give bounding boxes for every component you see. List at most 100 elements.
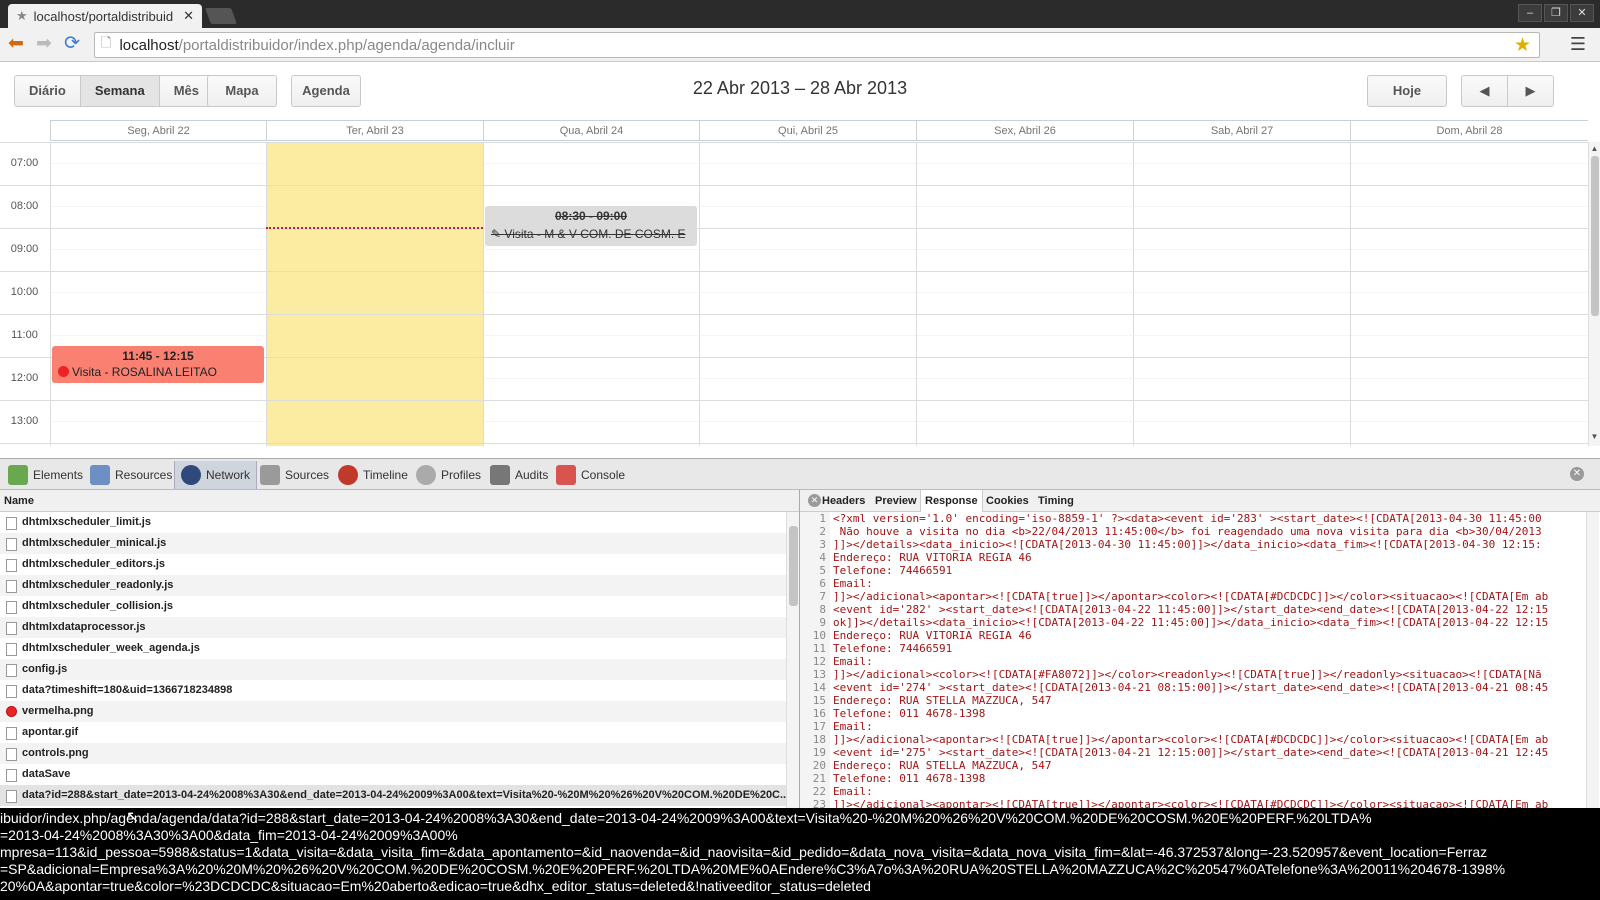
list-item[interactable]: config.js (0, 659, 786, 680)
profiles-icon (416, 465, 436, 485)
line-number: 13 (800, 668, 830, 681)
scrollbar-thumb[interactable] (789, 526, 798, 606)
line-text: Email: (833, 785, 873, 798)
today-button[interactable]: Hoje (1367, 75, 1447, 107)
browser-menu-icon[interactable]: ☰ (1570, 34, 1586, 55)
tab-resources[interactable]: Resources (84, 461, 178, 489)
restore-icon[interactable]: ❐ (1544, 4, 1568, 22)
mouse-cursor-icon: ↖ (126, 809, 140, 826)
devtools-toolbar: Elements Resources Network Sources Timel… (0, 458, 1600, 490)
line-number: 22 (800, 785, 830, 798)
browser-tab-strip: ★ localhost/portaldistribuid ✕ – ❐ ✕ (0, 0, 1600, 28)
view-week-button[interactable]: Semana (80, 76, 160, 106)
line-number: 15 (800, 694, 830, 707)
line-text: ok]]></details><data_inicio><![CDATA[201… (833, 616, 1549, 629)
line-number: 11 (800, 642, 830, 655)
list-item[interactable]: vermelha.png (0, 701, 786, 722)
line-text: Telefone: 011 4678-1398 (833, 707, 986, 720)
tab-timeline[interactable]: Timeline (332, 461, 414, 489)
day-header-row: Seg, Abril 22 Ter, Abril 23 Qua, Abril 2… (50, 120, 1588, 141)
next-week-button[interactable]: ▶ (1507, 75, 1554, 107)
status-url-tooltip: ibuidor/index.php/agenda/agenda/data?id=… (0, 808, 1600, 900)
close-tab-icon[interactable]: ✕ (183, 8, 194, 24)
response-scrollbar[interactable] (1586, 512, 1599, 808)
tab-timing[interactable]: Timing (1034, 490, 1078, 512)
reload-icon[interactable]: ⟳ (64, 34, 80, 54)
close-window-icon[interactable]: ✕ (1570, 4, 1594, 22)
code-line: 21 Telefone: 011 4678-1398 (800, 772, 1586, 785)
browser-tab[interactable]: ★ localhost/portaldistribuid ✕ (8, 4, 202, 28)
line-text: ]]></details><data_inicio><![CDATA[2013-… (833, 538, 1542, 551)
line-number: 5 (800, 564, 830, 577)
code-line: 2 Não houve a visita no dia <b>22/04/201… (800, 525, 1586, 538)
view-switcher: Diário Semana Mês (14, 75, 215, 107)
line-number: 14 (800, 681, 830, 694)
back-arrow-icon[interactable]: ⬅ (8, 34, 24, 54)
day-header: Sab, Abril 27 (1133, 121, 1350, 141)
tab-preview[interactable]: Preview (871, 490, 921, 512)
forward-arrow-icon[interactable]: ➡ (36, 34, 52, 54)
list-item[interactable]: controls.png (0, 743, 786, 764)
list-item[interactable]: dhtmlxscheduler_readonly.js (0, 575, 786, 596)
map-button[interactable]: Mapa (207, 75, 277, 107)
tab-profiles[interactable]: Profiles (410, 461, 487, 489)
address-bar[interactable]: 🗋 localhost/portaldistribuidor/index.php… (94, 32, 1540, 58)
list-item[interactable]: dhtmlxdataprocessor.js (0, 617, 786, 638)
new-tab-button[interactable] (205, 8, 237, 24)
view-day-button[interactable]: Diário (15, 76, 81, 106)
minimize-icon[interactable]: – (1518, 4, 1542, 22)
list-item[interactable]: dhtmlxscheduler_editors.js (0, 554, 786, 575)
line-number: 1 (800, 512, 830, 525)
list-item[interactable]: data?timeshift=180&uid=1366718234898 (0, 680, 786, 701)
scroll-down-icon[interactable]: ▼ (1589, 432, 1600, 441)
list-item[interactable]: apontar.gif (0, 722, 786, 743)
scroll-up-icon[interactable]: ▲ (1589, 144, 1600, 153)
tab-console[interactable]: Console (550, 461, 631, 489)
list-item[interactable]: dhtmlxscheduler_week_agenda.js (0, 638, 786, 659)
response-source[interactable]: 1 <?xml version='1.0' encoding='iso-8859-… (800, 512, 1586, 808)
day-header: Seg, Abril 22 (50, 121, 266, 141)
line-text: Email: (833, 655, 873, 668)
file-icon (6, 622, 17, 635)
line-number: 16 (800, 707, 830, 720)
view-month-button[interactable]: Mês (159, 76, 214, 106)
event-card[interactable]: 11:45 - 12:15 Visita - ROSALINA LEITAO (52, 346, 264, 383)
list-item[interactable]: dhtmlxscheduler_limit.js (0, 512, 786, 533)
time-grid[interactable]: 07:00 08:00 09:00 10:00 11:00 12:00 13:0… (0, 142, 1588, 446)
hour-label: 07:00 (10, 157, 39, 169)
image-icon (6, 727, 17, 740)
list-item[interactable]: dhtmlxscheduler_collision.js (0, 596, 786, 617)
event-card[interactable]: 08:30 - 09:00 ✎ Visita - M & V COM. DE C… (485, 206, 697, 246)
agenda-button[interactable]: Agenda (291, 75, 361, 107)
tab-audits[interactable]: Audits (484, 461, 554, 489)
tab-network[interactable]: Network (174, 461, 258, 489)
line-number: 7 (800, 590, 830, 603)
network-list-scrollbar[interactable] (786, 512, 799, 808)
prev-week-button[interactable]: ◀ (1461, 75, 1508, 107)
tab-headers[interactable]: Headers (818, 490, 869, 512)
tab-response[interactable]: Response (920, 490, 983, 512)
list-item[interactable]: data?id=288&start_date=2013-04-24%2008%3… (0, 785, 786, 806)
url-text[interactable]: localhost/portaldistribuidor/index.php/a… (119, 37, 514, 54)
close-devtools-icon[interactable]: ✕ (1570, 467, 1584, 481)
bookmark-star-icon[interactable]: ★ (1514, 34, 1531, 57)
line-number: 20 (800, 759, 830, 772)
tab-cookies[interactable]: Cookies (982, 490, 1033, 512)
network-request-list: Name dhtmlxscheduler_limit.js dhtmlxsche… (0, 490, 800, 808)
code-line: 9 ok]]></details><data_inicio><![CDATA[20… (800, 616, 1586, 629)
scrollbar-thumb[interactable] (1591, 156, 1599, 316)
line-text: <?xml version='1.0' encoding='iso-8859-1… (833, 512, 1542, 525)
tab-elements[interactable]: Elements (2, 461, 89, 489)
next-arrow-icon: ▶ (1525, 83, 1536, 98)
name-column-header[interactable]: Name (0, 490, 799, 512)
list-item[interactable]: dataSave (0, 764, 786, 785)
list-item[interactable]: dhtmlxscheduler_minical.js (0, 533, 786, 554)
code-line: 23]]></adicional><apontar><![CDATA[true]… (800, 798, 1586, 808)
line-text: ]]></adicional><apontar><![CDATA[true]]>… (833, 798, 1549, 808)
line-text: Endereço: RUA STELLA MAZZUCA, 547 (833, 759, 1052, 772)
page-favicon-icon: ★ (16, 8, 28, 23)
scheduler-scrollbar[interactable]: ▲ ▼ (1588, 142, 1600, 446)
code-line: 8 <event id='282' ><start_date><![CDATA[2… (800, 603, 1586, 616)
file-icon (6, 538, 17, 551)
tab-sources[interactable]: Sources (254, 461, 335, 489)
